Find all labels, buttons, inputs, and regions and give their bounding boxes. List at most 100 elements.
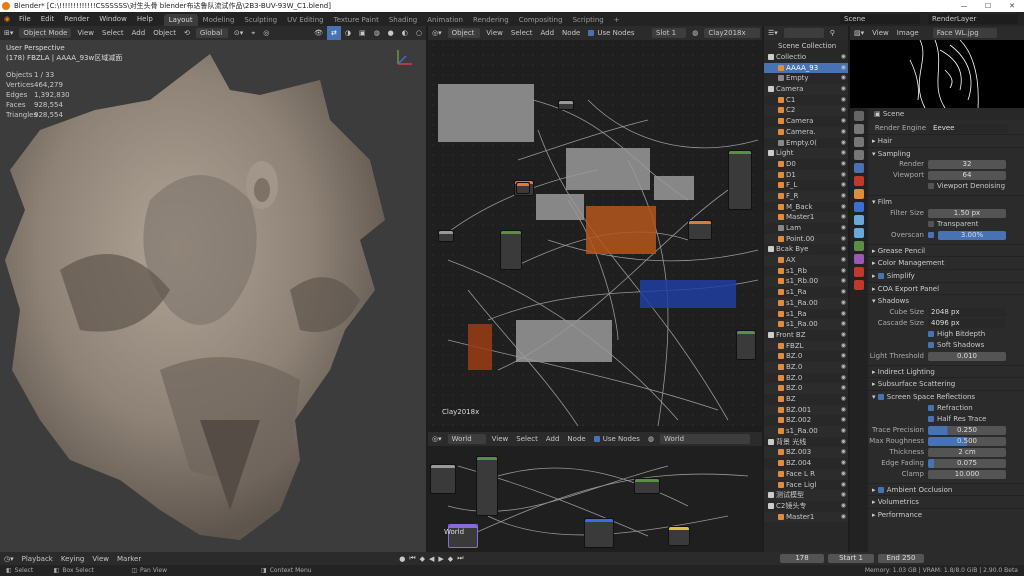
visibility-eye-icon[interactable]: ◉ bbox=[841, 319, 846, 330]
visibility-eye-icon[interactable]: ◉ bbox=[841, 287, 846, 298]
outliner-row[interactable]: s1_Ra.00 ◉ bbox=[764, 426, 848, 437]
shader-node[interactable] bbox=[736, 330, 756, 360]
visibility-icon[interactable]: 👁 bbox=[310, 26, 327, 40]
add-workspace-button[interactable]: + bbox=[609, 14, 625, 26]
ssr-field-slider[interactable]: 10.000 bbox=[928, 469, 1006, 479]
visibility-eye-icon[interactable]: ◉ bbox=[841, 105, 846, 116]
outliner-row[interactable]: Master1 ◉ bbox=[764, 511, 848, 523]
shading-wireframe-icon[interactable]: ◍ bbox=[370, 26, 384, 40]
outliner-row[interactable]: Camera ◉ bbox=[764, 84, 848, 95]
image-menu-image[interactable]: Image bbox=[893, 26, 923, 40]
scene-tab-icon[interactable] bbox=[854, 163, 864, 173]
visibility-eye-icon[interactable]: ◉ bbox=[841, 170, 846, 181]
blender-menu-icon[interactable]: ◉ bbox=[0, 15, 14, 23]
transparent-checkbox[interactable]: Transparent bbox=[868, 219, 1024, 230]
visibility-eye-icon[interactable]: ◉ bbox=[841, 52, 846, 63]
visibility-eye-icon[interactable]: ◉ bbox=[841, 298, 846, 309]
outliner-row[interactable]: BZ.0 ◉ bbox=[764, 373, 848, 384]
tab-uv-editing[interactable]: UV Editing bbox=[282, 14, 329, 26]
timeline-menu-marker[interactable]: Marker bbox=[113, 555, 145, 563]
timeline-menu-view[interactable]: View bbox=[88, 555, 113, 563]
visibility-eye-icon[interactable]: ◉ bbox=[841, 223, 846, 234]
shader-type-selector[interactable]: Object bbox=[447, 28, 481, 38]
viewport-menu-add[interactable]: Add bbox=[128, 26, 150, 40]
section-volumetrics[interactable]: ▸ Volumetrics bbox=[868, 495, 1024, 508]
outliner-row[interactable]: C2 ◉ bbox=[764, 105, 848, 117]
node-menu-node[interactable]: Node bbox=[558, 26, 584, 40]
world-menu-view[interactable]: View bbox=[488, 432, 513, 446]
tab-animation[interactable]: Animation bbox=[422, 14, 468, 26]
visibility-eye-icon[interactable]: ◉ bbox=[841, 180, 846, 191]
outliner-row[interactable]: F_R ◉ bbox=[764, 190, 848, 202]
visibility-eye-icon[interactable]: ◉ bbox=[841, 330, 846, 341]
outliner-row[interactable]: Camera ◉ bbox=[764, 116, 848, 127]
outliner-row[interactable]: D0 ◉ bbox=[764, 159, 848, 170]
outliner-search-input[interactable] bbox=[783, 28, 824, 38]
data-tab-icon[interactable] bbox=[854, 254, 864, 264]
node-frame-orange[interactable] bbox=[586, 206, 656, 254]
outliner-row[interactable]: Lam ◉ bbox=[764, 223, 848, 234]
shader-node[interactable] bbox=[516, 182, 530, 194]
simplify-checkbox[interactable] bbox=[877, 272, 884, 279]
outliner[interactable]: Scene Collection Collectio ◉ AAAA_93 ◉ Empty… bbox=[764, 40, 848, 552]
visibility-eye-icon[interactable]: ◉ bbox=[841, 405, 846, 416]
ssr-field-slider[interactable]: 0.075 bbox=[928, 458, 1006, 468]
visibility-eye-icon[interactable]: ◉ bbox=[841, 255, 846, 266]
xray-icon[interactable]: ▣ bbox=[355, 26, 370, 40]
node-frame[interactable] bbox=[536, 194, 584, 220]
visibility-eye-icon[interactable]: ◉ bbox=[841, 138, 846, 149]
section-hair[interactable]: ▸ Hair bbox=[868, 134, 1024, 147]
filter-icon[interactable]: ⚲ bbox=[826, 26, 839, 40]
visibility-eye-icon[interactable]: ◉ bbox=[841, 212, 846, 223]
start-frame-field[interactable]: Start 1 bbox=[828, 554, 874, 563]
tab-layout[interactable]: Layout bbox=[163, 13, 198, 26]
proportional-edit-icon[interactable]: ◎ bbox=[259, 26, 273, 40]
shader-node[interactable] bbox=[688, 220, 712, 240]
outliner-row[interactable]: s1_Ra.00 ◉ bbox=[764, 297, 848, 309]
ssr-field-slider[interactable]: 0.500 bbox=[928, 436, 1006, 446]
node-frame[interactable] bbox=[654, 176, 694, 200]
shader-node-editor[interactable]: Clay2018x bbox=[428, 40, 762, 426]
transform-orientation-icon[interactable]: ⟲ bbox=[180, 26, 194, 40]
image-menu-view[interactable]: View bbox=[868, 26, 893, 40]
visibility-eye-icon[interactable]: ◉ bbox=[841, 202, 846, 213]
node-editor-type-icon[interactable]: ◎▾ bbox=[428, 26, 446, 40]
outliner-row[interactable]: D1 ◉ bbox=[764, 169, 848, 181]
section-film[interactable]: ▾ Film bbox=[868, 195, 1024, 208]
current-frame-field[interactable]: 178 bbox=[780, 554, 824, 563]
3d-viewport[interactable]: User Perspective (178) FBZLA | AAAA_93w区… bbox=[0, 40, 426, 552]
visibility-eye-icon[interactable]: ◉ bbox=[841, 362, 846, 373]
node-menu-view[interactable]: View bbox=[482, 26, 507, 40]
shader-node[interactable] bbox=[500, 230, 522, 270]
outliner-type-icon[interactable]: ☰▾ bbox=[764, 26, 782, 40]
visibility-eye-icon[interactable]: ◉ bbox=[841, 341, 846, 352]
visibility-eye-icon[interactable]: ◉ bbox=[841, 159, 846, 170]
outliner-row[interactable]: BZ ◉ bbox=[764, 394, 848, 405]
section-ambient-occlusion[interactable]: ▸ Ambient Occlusion bbox=[868, 482, 1024, 496]
outliner-row[interactable]: FBZL ◉ bbox=[764, 340, 848, 352]
particles-tab-icon[interactable] bbox=[854, 215, 864, 225]
outliner-row[interactable]: Face L R ◉ bbox=[764, 468, 848, 480]
overlay-toggle-icon[interactable]: ◑ bbox=[341, 26, 355, 40]
jump-start-icon[interactable]: ⏮ bbox=[407, 554, 417, 563]
viewport-denoising-checkbox[interactable]: Viewport Denoising bbox=[868, 181, 1024, 192]
menu-help[interactable]: Help bbox=[132, 12, 158, 26]
outliner-row[interactable]: Bcak Bye ◉ bbox=[764, 244, 848, 255]
overscan-field[interactable]: 3.00% bbox=[938, 230, 1006, 240]
mode-selector[interactable]: Object Mode bbox=[19, 28, 72, 38]
visibility-eye-icon[interactable]: ◉ bbox=[841, 394, 846, 405]
visibility-eye-icon[interactable]: ◉ bbox=[841, 84, 846, 95]
outliner-row[interactable]: Front BZ ◉ bbox=[764, 330, 848, 341]
visibility-eye-icon[interactable]: ◉ bbox=[841, 127, 846, 138]
world-node[interactable] bbox=[634, 478, 660, 494]
world-node[interactable] bbox=[668, 526, 690, 546]
outliner-row[interactable]: C1 ◉ bbox=[764, 95, 848, 106]
menu-file[interactable]: File bbox=[14, 12, 36, 26]
tab-compositing[interactable]: Compositing bbox=[514, 14, 568, 26]
shading-rendered-icon[interactable]: ○ bbox=[412, 26, 426, 40]
visibility-eye-icon[interactable]: ◉ bbox=[841, 266, 846, 277]
outliner-row[interactable]: Master1 ◉ bbox=[764, 212, 848, 223]
world-tab-icon[interactable] bbox=[854, 176, 864, 186]
outliner-row[interactable]: s1_Rb.00 ◉ bbox=[764, 276, 848, 288]
outliner-row[interactable]: BZ.004 ◉ bbox=[764, 458, 848, 469]
